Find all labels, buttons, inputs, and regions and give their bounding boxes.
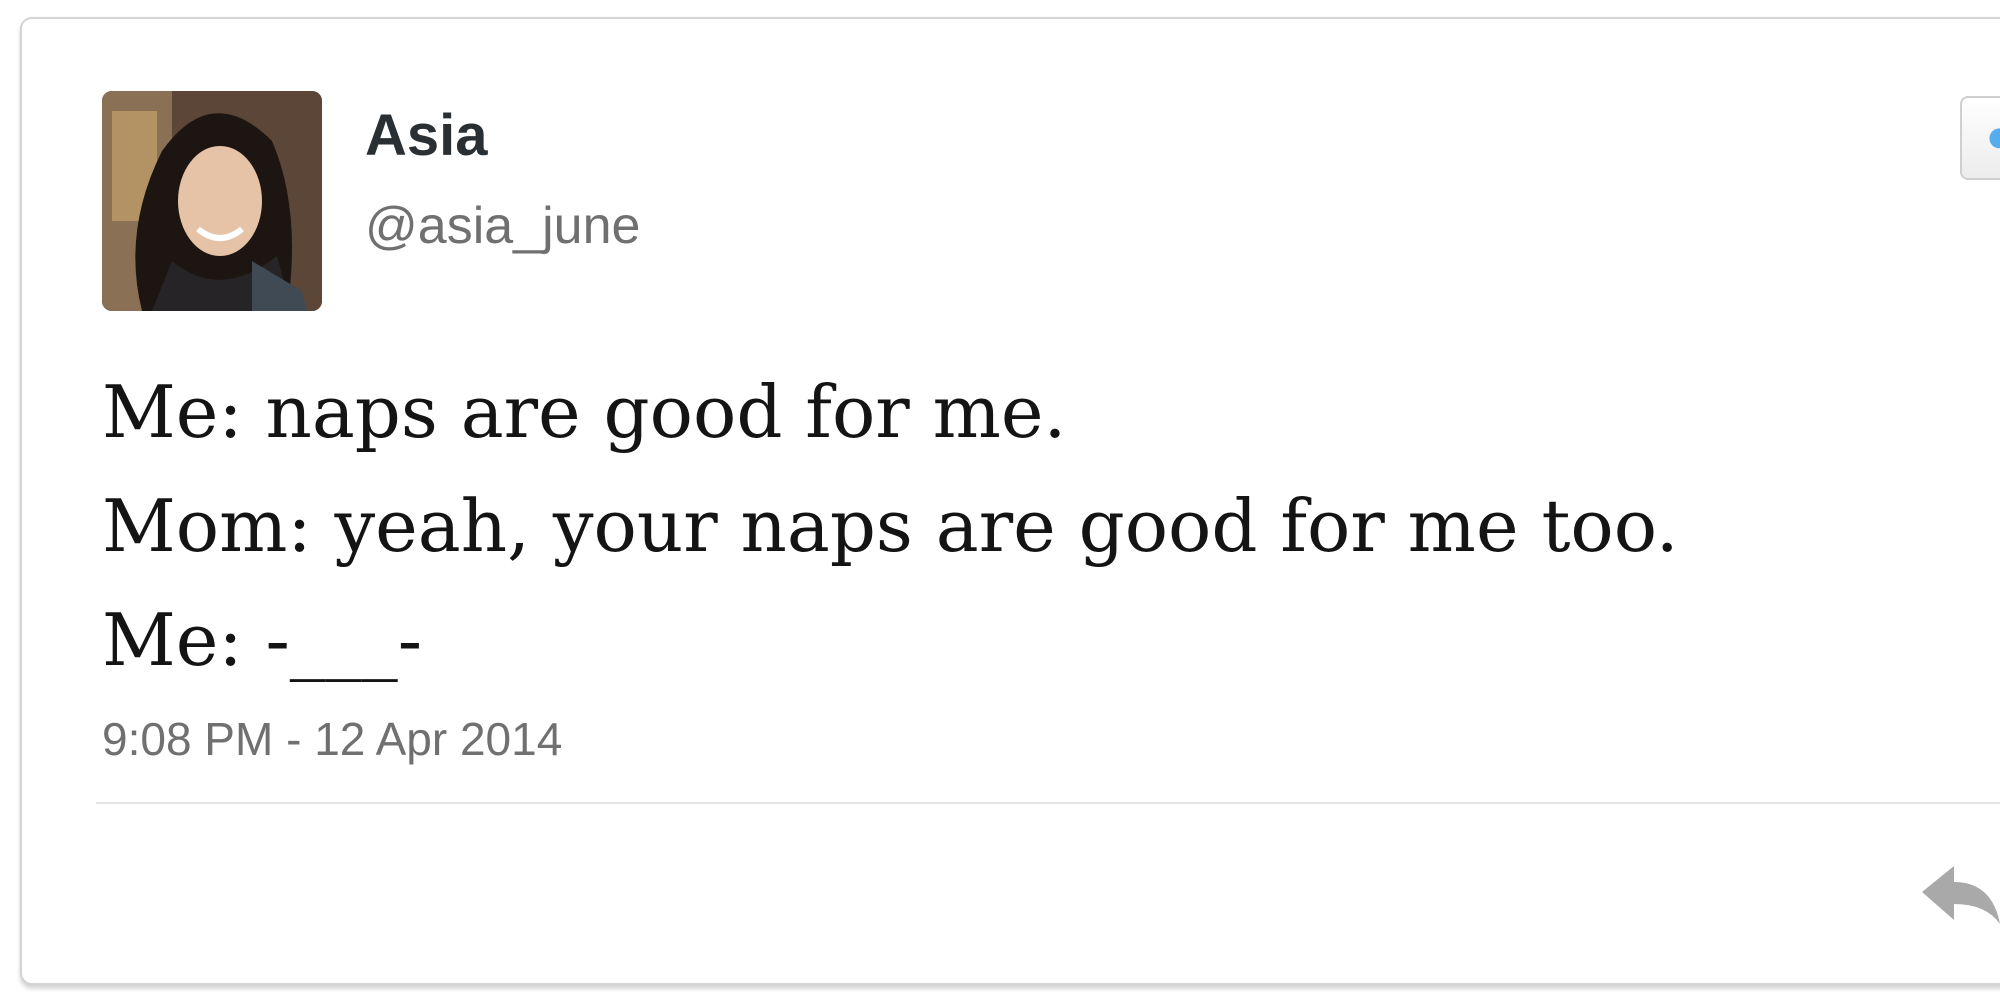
tweet-line: Me: -___- — [102, 598, 423, 682]
user-handle[interactable]: @asia_june — [365, 200, 640, 252]
avatar[interactable] — [102, 91, 322, 311]
reply-arrow-icon[interactable] — [1922, 862, 2000, 932]
divider — [96, 802, 2000, 804]
tweet-text: Me: naps are good for me. Mom: yeah, you… — [102, 355, 1942, 697]
tweet-line: Me: naps are good for me. — [102, 370, 1067, 454]
twitter-bird-icon: ● — [1988, 124, 2000, 150]
tweet-line: Mom: yeah, your naps are good for me too… — [102, 484, 1679, 568]
follow-button[interactable]: ● — [1960, 96, 2000, 180]
avatar-photo — [102, 91, 322, 311]
display-name[interactable]: Asia — [365, 107, 488, 165]
tweet-timestamp[interactable]: 9:08 PM - 12 Apr 2014 — [102, 716, 562, 762]
